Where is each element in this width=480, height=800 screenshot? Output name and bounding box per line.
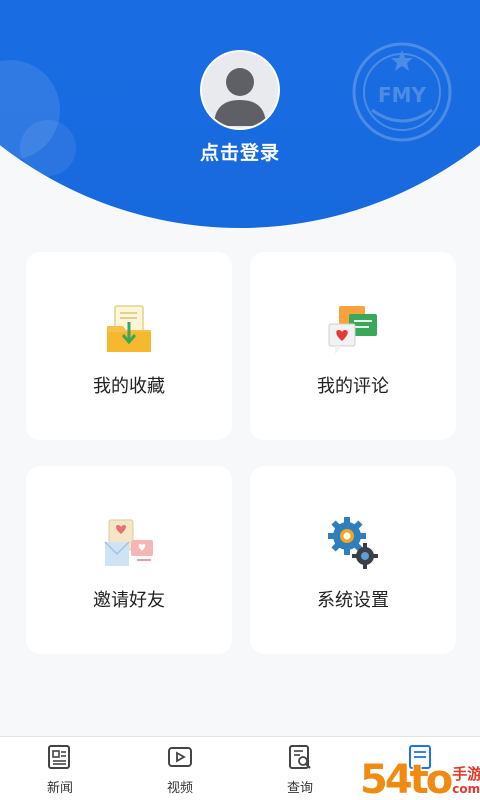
tab-news[interactable]: 新闻 bbox=[20, 743, 100, 799]
site-watermark: 54to 手游网 com.cn bbox=[360, 745, 480, 800]
emblem-icon: FMY bbox=[352, 42, 452, 142]
watermark-url-text: com.cn bbox=[452, 781, 480, 796]
favorites-label: 我的收藏 bbox=[93, 376, 165, 397]
gears-icon bbox=[328, 517, 378, 569]
comments-card[interactable]: 我的评论 bbox=[250, 252, 456, 440]
watermark-cn-text: 手游网 bbox=[452, 765, 480, 784]
emblem-text: FMY bbox=[378, 83, 427, 107]
folder-download-icon bbox=[107, 305, 151, 352]
settings-label: 系统设置 bbox=[317, 590, 389, 611]
video-icon bbox=[168, 747, 192, 767]
tab-search-label: 查询 bbox=[286, 781, 313, 796]
tab-news-label: 新闻 bbox=[46, 781, 73, 796]
tab-search[interactable]: 查询 bbox=[260, 743, 340, 799]
favorites-card[interactable]: 我的收藏 bbox=[26, 252, 232, 440]
invite-friends-label: 邀请好友 bbox=[93, 590, 165, 611]
chat-bubbles-icon bbox=[328, 306, 377, 354]
watermark-logo-text: 54to bbox=[360, 757, 453, 800]
search-document-icon bbox=[289, 745, 311, 769]
invite-envelope-icon bbox=[104, 519, 153, 566]
avatar[interactable] bbox=[200, 50, 280, 130]
news-icon bbox=[48, 745, 70, 769]
login-link[interactable]: 点击登录 bbox=[0, 138, 480, 165]
comments-label: 我的评论 bbox=[317, 376, 389, 397]
tab-video-label: 视频 bbox=[166, 781, 193, 796]
settings-card[interactable]: 系统设置 bbox=[250, 466, 456, 654]
invite-friends-card[interactable]: 邀请好友 bbox=[26, 466, 232, 654]
profile-header: FMY 点击登录 bbox=[0, 0, 480, 230]
tab-video[interactable]: 视频 bbox=[140, 743, 220, 799]
